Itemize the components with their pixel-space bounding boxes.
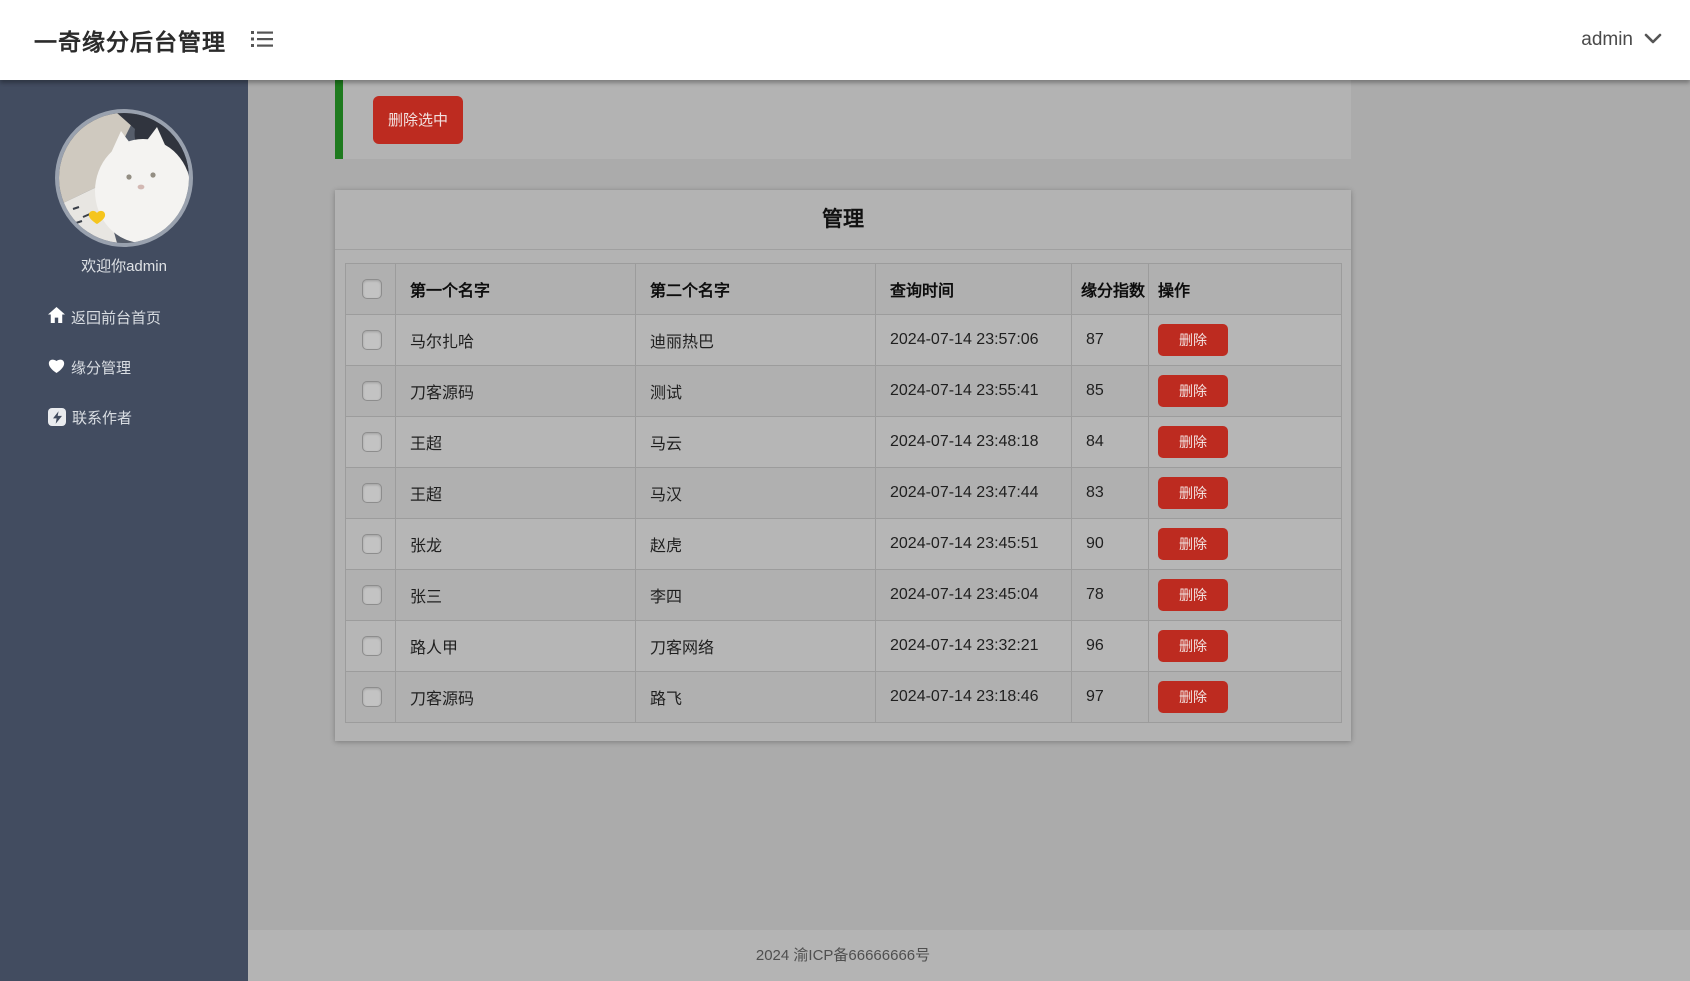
column-header-time: 查询时间 <box>876 264 1072 315</box>
user-name: admin <box>1581 29 1633 51</box>
fate-table: 第一个名字 第二个名字 查询时间 缘分指数 操作 马尔扎哈 迪丽热巴 2024-… <box>345 263 1342 723</box>
cell-score: 84 <box>1072 417 1149 468</box>
cell-name1: 马尔扎哈 <box>396 315 636 366</box>
column-header-action: 操作 <box>1149 264 1342 315</box>
sidebar-item-label: 返回前台首页 <box>71 307 161 328</box>
cell-score: 96 <box>1072 621 1149 672</box>
welcome-text: 欢迎你admin <box>0 255 248 276</box>
cell-score: 83 <box>1072 468 1149 519</box>
app-title: 一奇缘分后台管理 <box>34 23 226 57</box>
sidebar-item-fate-manage[interactable]: 缘分管理 <box>0 342 248 392</box>
page-footer: 2024 渝ICP备66666666号 <box>248 930 1690 981</box>
column-header-score: 缘分指数 <box>1072 264 1149 315</box>
row-delete-button[interactable]: 删除 <box>1158 324 1228 356</box>
cell-name2: 路飞 <box>636 672 876 723</box>
heart-icon <box>48 358 65 377</box>
chevron-down-icon <box>1644 29 1662 51</box>
row-checkbox[interactable] <box>362 330 382 350</box>
cell-time: 2024-07-14 23:18:46 <box>876 672 1072 723</box>
row-delete-button[interactable]: 删除 <box>1158 477 1228 509</box>
row-delete-button[interactable]: 删除 <box>1158 528 1228 560</box>
manage-card: 管理 第一个名字 第二个名字 查询时间 缘分指数 操作 <box>335 190 1351 741</box>
cell-name2: 刀客网络 <box>636 621 876 672</box>
row-delete-button[interactable]: 删除 <box>1158 375 1228 407</box>
cell-name1: 张三 <box>396 570 636 621</box>
cell-time: 2024-07-14 23:47:44 <box>876 468 1072 519</box>
sidebar-item-label: 缘分管理 <box>71 357 131 378</box>
user-dropdown[interactable]: admin <box>1581 29 1662 51</box>
row-checkbox[interactable] <box>362 381 382 401</box>
sidebar: 欢迎你admin 返回前台首页 缘分管理 联系作者 <box>0 80 248 981</box>
cell-score: 78 <box>1072 570 1149 621</box>
cell-name2: 迪丽热巴 <box>636 315 876 366</box>
avatar <box>55 109 193 247</box>
card-title: 管理 <box>335 190 1351 250</box>
sidebar-item-label: 联系作者 <box>72 407 132 428</box>
sidebar-nav: 返回前台首页 缘分管理 联系作者 <box>0 292 248 442</box>
cell-score: 87 <box>1072 315 1149 366</box>
cell-score: 97 <box>1072 672 1149 723</box>
cell-name2: 李四 <box>636 570 876 621</box>
row-checkbox[interactable] <box>362 585 382 605</box>
row-checkbox[interactable] <box>362 687 382 707</box>
cell-name1: 王超 <box>396 468 636 519</box>
sidebar-toggle-button[interactable] <box>246 25 278 56</box>
select-all-checkbox[interactable] <box>362 279 382 299</box>
table-header-row: 第一个名字 第二个名字 查询时间 缘分指数 操作 <box>346 264 1342 315</box>
cell-name1: 路人甲 <box>396 621 636 672</box>
table-row: 王超 马云 2024-07-14 23:48:18 84 删除 <box>346 417 1342 468</box>
row-delete-button[interactable]: 删除 <box>1158 579 1228 611</box>
cell-name1: 刀客源码 <box>396 366 636 417</box>
bulk-action-panel: 删除选中 <box>335 80 1351 159</box>
cell-time: 2024-07-14 23:45:04 <box>876 570 1072 621</box>
table-row: 张龙 赵虎 2024-07-14 23:45:51 90 删除 <box>346 519 1342 570</box>
list-icon <box>250 29 274 52</box>
row-delete-button[interactable]: 删除 <box>1158 426 1228 458</box>
cell-name2: 马汉 <box>636 468 876 519</box>
table-row: 王超 马汉 2024-07-14 23:47:44 83 删除 <box>346 468 1342 519</box>
table-row: 路人甲 刀客网络 2024-07-14 23:32:21 96 删除 <box>346 621 1342 672</box>
sidebar-item-contact-author[interactable]: 联系作者 <box>0 392 248 442</box>
cell-time: 2024-07-14 23:32:21 <box>876 621 1072 672</box>
cell-name1: 张龙 <box>396 519 636 570</box>
row-checkbox[interactable] <box>362 636 382 656</box>
cell-name2: 马云 <box>636 417 876 468</box>
cell-name2: 赵虎 <box>636 519 876 570</box>
icp-text: 2024 渝ICP备66666666号 <box>248 930 1438 981</box>
cell-name2: 测试 <box>636 366 876 417</box>
table-row: 刀客源码 测试 2024-07-14 23:55:41 85 删除 <box>346 366 1342 417</box>
row-checkbox[interactable] <box>362 534 382 554</box>
column-header-name2: 第二个名字 <box>636 264 876 315</box>
table-row: 刀客源码 路飞 2024-07-14 23:18:46 97 删除 <box>346 672 1342 723</box>
main-content: 删除选中 管理 第一个名字 第二个名字 查询时间 <box>248 80 1690 981</box>
home-icon <box>48 307 65 327</box>
cell-time: 2024-07-14 23:48:18 <box>876 417 1072 468</box>
cell-time: 2024-07-14 23:45:51 <box>876 519 1072 570</box>
cell-score: 85 <box>1072 366 1149 417</box>
row-delete-button[interactable]: 删除 <box>1158 681 1228 713</box>
avatar-cat-image <box>59 113 189 243</box>
bolt-icon <box>48 408 66 426</box>
row-checkbox[interactable] <box>362 483 382 503</box>
topbar: 一奇缘分后台管理 admin <box>0 0 1690 80</box>
table-body: 马尔扎哈 迪丽热巴 2024-07-14 23:57:06 87 删除 刀客源码… <box>346 315 1342 723</box>
cell-name1: 王超 <box>396 417 636 468</box>
row-checkbox[interactable] <box>362 432 382 452</box>
row-delete-button[interactable]: 删除 <box>1158 630 1228 662</box>
delete-selected-button[interactable]: 删除选中 <box>373 96 463 144</box>
sidebar-item-back-to-front[interactable]: 返回前台首页 <box>0 292 248 342</box>
cell-time: 2024-07-14 23:57:06 <box>876 315 1072 366</box>
table-row: 张三 李四 2024-07-14 23:45:04 78 删除 <box>346 570 1342 621</box>
cell-score: 90 <box>1072 519 1149 570</box>
cell-time: 2024-07-14 23:55:41 <box>876 366 1072 417</box>
table-row: 马尔扎哈 迪丽热巴 2024-07-14 23:57:06 87 删除 <box>346 315 1342 366</box>
column-header-name1: 第一个名字 <box>396 264 636 315</box>
cell-name1: 刀客源码 <box>396 672 636 723</box>
